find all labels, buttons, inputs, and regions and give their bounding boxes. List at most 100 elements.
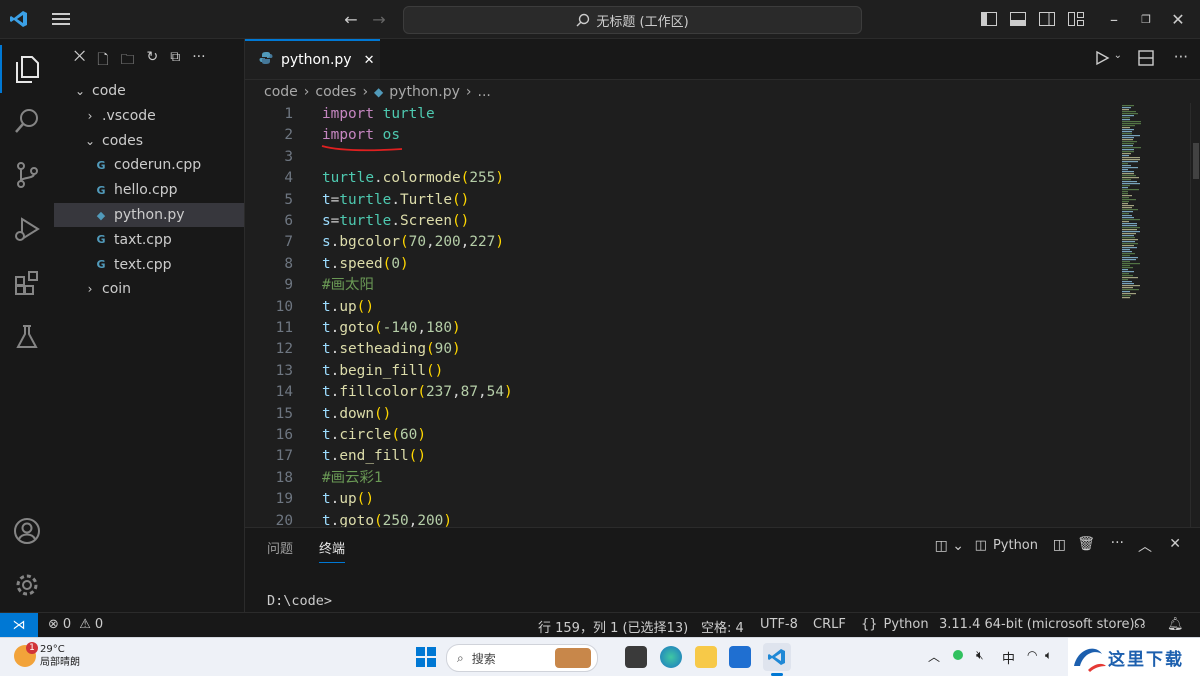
editor-scrollbar[interactable] bbox=[1190, 103, 1200, 527]
code-line[interactable]: t.fillcolor(237,87,54) bbox=[322, 382, 513, 403]
breadcrumb-item[interactable]: ... bbox=[478, 84, 491, 100]
tree-item-code[interactable]: ⌄ code bbox=[54, 79, 244, 103]
microsoft-store-icon[interactable] bbox=[729, 646, 751, 668]
tab-python-py[interactable]: python.py ✕ bbox=[245, 39, 380, 79]
maximize-panel-chevron-icon[interactable]: ︿ bbox=[1138, 536, 1152, 556]
toggle-secondary-sidebar-icon[interactable] bbox=[1036, 8, 1058, 30]
close-panel-icon[interactable]: ✕ bbox=[1169, 536, 1181, 552]
close-window-icon[interactable]: ✕ bbox=[1167, 8, 1189, 30]
code-line[interactable]: t.setheading(90) bbox=[322, 339, 461, 360]
search-view-icon[interactable] bbox=[0, 97, 54, 145]
panel-more-icon[interactable]: ··· bbox=[1111, 535, 1124, 551]
explorer-icon[interactable] bbox=[0, 45, 54, 93]
tree-item-taxt-cpp[interactable]: Gtaxt.cpp bbox=[54, 228, 244, 252]
tree-item-hello-cpp[interactable]: Ghello.cpp bbox=[54, 178, 244, 202]
code-line[interactable]: turtle.colormode(255) bbox=[322, 168, 504, 189]
task-view-icon[interactable] bbox=[625, 646, 647, 668]
end-of-line[interactable]: CRLF bbox=[813, 617, 846, 632]
extensions-icon[interactable] bbox=[0, 259, 54, 307]
new-file-icon[interactable]: 🗋 bbox=[97, 49, 108, 73]
toggle-primary-sidebar-icon[interactable] bbox=[978, 8, 1000, 30]
back-arrow-icon[interactable]: ← bbox=[340, 8, 362, 30]
breadcrumb-item[interactable]: code bbox=[264, 84, 298, 100]
tab-problems[interactable]: 问题 bbox=[267, 538, 293, 557]
restore-icon[interactable]: ❐ bbox=[1135, 8, 1157, 30]
indentation[interactable]: 空格: 4 bbox=[701, 617, 744, 636]
remote-indicator-icon[interactable]: ⋊ bbox=[0, 613, 38, 638]
encoding[interactable]: UTF-8 bbox=[760, 617, 798, 632]
volume-icon[interactable]: 🔈︎ bbox=[1045, 648, 1052, 663]
code-line[interactable]: t.down() bbox=[322, 404, 391, 425]
minimap[interactable] bbox=[1120, 103, 1180, 303]
code-line[interactable]: t.circle(60) bbox=[322, 425, 426, 446]
code-line[interactable]: t.speed(0) bbox=[322, 254, 409, 275]
code-line[interactable]: #画太阳 bbox=[322, 275, 374, 296]
tree-item-coin[interactable]: › coin bbox=[54, 277, 244, 301]
tree-item-vscode[interactable]: › .vscode bbox=[54, 104, 244, 128]
feedback-icon[interactable]: ☊ bbox=[1134, 617, 1146, 632]
notifications-bell-icon[interactable]: 🔔︎ bbox=[1167, 617, 1184, 632]
code-line[interactable]: t.goto(250,200) bbox=[322, 511, 452, 527]
code-editor[interactable]: 1 import turtle 2 import os 3 4 turtle.colormo… bbox=[245, 103, 1125, 527]
taskbar-search[interactable]: ⌕ 搜索 bbox=[446, 644, 598, 672]
tree-item-python-py[interactable]: ◆ python.py bbox=[54, 203, 244, 227]
collapse-folders-icon[interactable]: ⧉ bbox=[170, 49, 180, 73]
testing-flask-icon[interactable] bbox=[0, 313, 54, 361]
vscode-taskbar-icon[interactable] bbox=[763, 643, 791, 671]
language-mode[interactable]: {} Python bbox=[861, 617, 929, 632]
tree-item-coderun-cpp[interactable]: Gcoderun.cpp bbox=[54, 153, 244, 177]
breadcrumb-item[interactable]: codes bbox=[315, 84, 356, 100]
new-folder-icon[interactable]: 🗀 bbox=[120, 49, 134, 73]
problems-summary[interactable]: ⊗ 0 ⚠ 0 bbox=[48, 617, 103, 632]
tab-terminal[interactable]: 终端 bbox=[319, 538, 346, 563]
code-line[interactable]: t.goto(-140,180) bbox=[322, 318, 461, 339]
collapse-all-icon[interactable]: ⨉ bbox=[74, 49, 85, 73]
code-line[interactable]: t.begin_fill() bbox=[322, 361, 443, 382]
code-line[interactable]: import turtle bbox=[322, 104, 435, 125]
file-explorer-icon[interactable] bbox=[695, 646, 717, 668]
run-options-chevron-icon[interactable]: ⌄ bbox=[1114, 50, 1122, 61]
more-actions-icon[interactable]: ··· bbox=[192, 49, 205, 73]
tray-app-icon[interactable] bbox=[953, 650, 963, 660]
split-terminal-icon[interactable]: ◫ bbox=[1053, 537, 1066, 553]
menu-hamburger-icon[interactable] bbox=[50, 8, 72, 30]
source-control-icon[interactable] bbox=[0, 151, 54, 199]
minimize-icon[interactable]: – bbox=[1103, 8, 1125, 30]
python-interpreter[interactable]: 3.11.4 64-bit (microsoft store) bbox=[939, 617, 1135, 632]
code-line[interactable]: t.end_fill() bbox=[322, 446, 426, 467]
code-line[interactable]: s.bgcolor(70,200,227) bbox=[322, 232, 504, 253]
split-editor-icon[interactable] bbox=[1138, 50, 1154, 70]
tree-item-codes[interactable]: ⌄ codes bbox=[54, 129, 244, 153]
settings-gear-icon[interactable] bbox=[0, 561, 54, 609]
new-terminal-split-icon[interactable]: ◫ ⌄ bbox=[935, 538, 964, 554]
breadcrumb-item[interactable]: python.py bbox=[389, 84, 460, 100]
scrollbar-thumb[interactable] bbox=[1193, 143, 1199, 179]
forward-arrow-icon[interactable]: → bbox=[368, 8, 390, 30]
kill-terminal-trash-icon[interactable]: 🗑 bbox=[1077, 536, 1095, 552]
edge-browser-icon[interactable] bbox=[660, 646, 682, 668]
tree-item-text-cpp[interactable]: Gtext.cpp bbox=[54, 253, 244, 277]
windows-start-icon[interactable] bbox=[415, 646, 437, 668]
tray-overflow-chevron-icon[interactable]: ︿ bbox=[928, 648, 940, 665]
run-debug-icon[interactable] bbox=[0, 205, 54, 253]
code-line[interactable]: t.up() bbox=[322, 297, 374, 318]
close-tab-icon[interactable]: ✕ bbox=[364, 53, 375, 68]
refresh-icon[interactable]: ↻ bbox=[146, 49, 158, 73]
command-center-search[interactable]: 无标题 (工作区) bbox=[403, 6, 862, 34]
terminal-prompt[interactable]: D:\code> bbox=[267, 593, 332, 609]
code-line[interactable]: t.up() bbox=[322, 489, 374, 510]
run-python-icon[interactable] bbox=[1094, 50, 1110, 70]
customize-layout-icon[interactable] bbox=[1065, 8, 1087, 30]
ime-indicator[interactable]: 中 bbox=[1002, 648, 1015, 667]
code-line[interactable]: #画云彩1 bbox=[322, 468, 383, 489]
toggle-panel-icon[interactable] bbox=[1007, 8, 1029, 30]
weather-widget[interactable]: 29°C 局部晴朗 bbox=[40, 643, 80, 669]
wifi-icon[interactable]: ◠ bbox=[1027, 648, 1037, 662]
code-line[interactable]: s=turtle.Screen() bbox=[322, 211, 469, 232]
terminal-selector[interactable]: ◫ Python bbox=[975, 538, 1038, 553]
editor-more-actions-icon[interactable]: ··· bbox=[1174, 48, 1188, 66]
account-icon[interactable] bbox=[0, 507, 54, 555]
cursor-position[interactable]: 行 159，列 1 (已选择13) bbox=[538, 617, 688, 636]
code-line[interactable]: t=turtle.Turtle() bbox=[322, 190, 469, 211]
speaker-muted-icon[interactable]: 🔇︎ bbox=[976, 648, 984, 663]
